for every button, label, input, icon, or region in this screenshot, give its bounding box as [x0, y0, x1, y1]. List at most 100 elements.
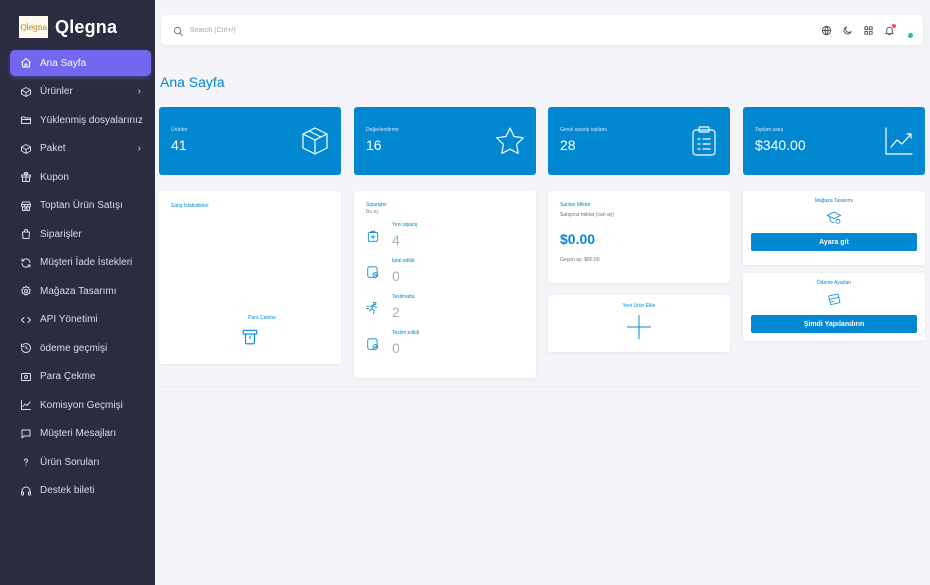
plus-icon[interactable] — [627, 315, 651, 339]
card-title: Siparişler — [366, 202, 387, 208]
notification-badge — [892, 23, 896, 28]
sidebar-item-10[interactable]: ödeme geçmişi — [10, 334, 151, 363]
refresh-icon — [19, 256, 32, 269]
brand-name: Qlegna — [55, 16, 118, 37]
stat-label: Genel sipariş toplamı — [560, 127, 607, 133]
card-title: Yeni Ürün Ekle — [622, 303, 656, 309]
order-row-cancelled[interactable]: İptal edildi 0 — [366, 258, 526, 288]
sidebar-item-1[interactable]: Ürünler › — [10, 78, 151, 107]
moon-icon[interactable] — [841, 25, 853, 37]
sidebar-item-0[interactable]: Ana Sayfa — [10, 50, 151, 76]
stat-card-orders-total[interactable]: Genel sipariş toplamı 28 — [548, 107, 730, 175]
sidebar-item-6[interactable]: Siparişler — [10, 220, 151, 249]
sidebar-item-label: ödeme geçmişi — [40, 342, 108, 354]
store-icon — [19, 199, 32, 212]
sidebar-menu: Ana Sayfa Ürünler › Yüklenmiş dosyalarınız P… — [10, 50, 151, 505]
search-icon[interactable] — [173, 24, 184, 36]
order-value: 2 — [392, 304, 400, 320]
withdraw-card[interactable]: Para Çekme — [159, 307, 341, 364]
sales-statistics-card: Satış İstatistikleri Para Çekme — [159, 191, 341, 364]
sold-amount-value: $0.00 — [560, 231, 596, 247]
message-icon — [19, 427, 32, 440]
home-icon — [19, 57, 32, 70]
order-label: İptal edildi — [392, 258, 415, 264]
orders-header: Siparişler Bu ay — [366, 202, 387, 215]
card-subtitle: Satışınız miktar (cari ay) — [560, 212, 614, 218]
user-status-indicator[interactable] — [908, 33, 913, 38]
cancelled-icon — [366, 265, 380, 279]
stat-card-reviews[interactable]: Değerlendirme 16 — [354, 107, 536, 175]
order-row-delivered[interactable]: Teslim edildi 0 — [366, 330, 526, 360]
orders-card: Siparişler Bu ay Yeni sipariş 4 İptal ed… — [354, 191, 536, 378]
question-icon — [19, 456, 32, 469]
order-value: 0 — [392, 268, 400, 284]
code-icon — [19, 313, 32, 326]
order-label: Teslimatta — [392, 294, 415, 300]
package-icon — [19, 142, 32, 155]
search-input[interactable] — [190, 22, 390, 38]
clipboard-icon — [688, 125, 720, 157]
sidebar-item-11[interactable]: Para Çekme — [10, 363, 151, 392]
settings-icon — [19, 285, 32, 298]
gift-icon — [19, 171, 32, 184]
go-to-settings-button[interactable]: Ayara git — [751, 233, 917, 251]
history-icon — [19, 342, 32, 355]
sidebar-item-2[interactable]: Yüklenmiş dosyalarınız — [10, 106, 151, 135]
sidebar-item-label: Paket — [40, 143, 66, 155]
order-label: Teslim edildi — [392, 330, 420, 336]
sidebar-item-12[interactable]: Komisyon Geçmişi — [10, 391, 151, 420]
sidebar-item-5[interactable]: Toptan Ürün Satışı — [10, 192, 151, 221]
chart-line-icon — [19, 399, 32, 412]
stat-card-products[interactable]: Ürünler 41 — [159, 107, 341, 175]
bell-icon[interactable] — [883, 23, 896, 37]
sidebar-item-15[interactable]: Destek bileti — [10, 477, 151, 506]
sidebar-item-label: Ürünler — [40, 86, 73, 98]
sidebar-item-label: Komisyon Geçmişi — [40, 399, 123, 411]
payment-settings-card: Ödeme Ayarları Şimdi Yapılandırın — [743, 273, 925, 341]
stat-label: Değerlendirme — [366, 127, 399, 133]
grid-icon[interactable] — [862, 25, 874, 37]
withdraw-icon[interactable] — [241, 328, 259, 346]
delivered-icon — [366, 337, 380, 351]
stat-card-total-sales[interactable]: Toplam satış $340.00 — [743, 107, 925, 175]
sidebar-item-7[interactable]: Müşteri İade İstekleri — [10, 249, 151, 278]
card-subtitle: Bu ay — [366, 209, 379, 215]
sidebar-item-label: Ürün Soruları — [40, 456, 100, 468]
configure-now-button[interactable]: Şimdi Yapılandırın — [751, 315, 917, 333]
chevron-right-icon[interactable]: › — [138, 86, 141, 97]
sidebar-item-4[interactable]: Kupon — [10, 163, 151, 192]
sidebar-item-9[interactable]: API Yönetimi — [10, 306, 151, 335]
trend-icon — [883, 125, 915, 157]
sold-amount-card: Satılan Miktar Satışınız miktar (cari ay… — [548, 191, 730, 283]
card-title: Para Çekme — [248, 315, 276, 321]
sidebar-item-label: Toptan Ürün Satışı — [40, 200, 123, 212]
sidebar-item-label: Müşteri İade İstekleri — [40, 257, 133, 269]
sidebar: Qlegna Qlegna Ana Sayfa Ürünler › Yüklenmiş… — [0, 0, 155, 585]
content-divider — [159, 386, 925, 387]
order-row-shipping[interactable]: Teslimatta 2 — [366, 294, 526, 324]
sidebar-item-3[interactable]: Paket › — [10, 135, 151, 164]
chevron-right-icon[interactable]: › — [138, 143, 141, 154]
star-icon — [494, 125, 526, 157]
globe-icon[interactable] — [820, 25, 832, 37]
sidebar-item-label: Ana Sayfa — [40, 57, 87, 69]
stat-value: 28 — [560, 137, 576, 153]
card-title: Satış İstatistikleri — [171, 203, 209, 209]
store-design-card: Mağaza Tasarımı Ayara git — [743, 191, 925, 265]
brand[interactable]: Qlegna Qlegna — [19, 16, 117, 38]
sidebar-item-13[interactable]: Müşteri Mesajları — [10, 420, 151, 449]
page-title: Ana Sayfa — [160, 74, 225, 90]
sidebar-item-14[interactable]: Ürün Soruları — [10, 448, 151, 477]
design-icon — [826, 210, 842, 226]
card-title: Mağaza Tasarımı — [814, 198, 854, 204]
stat-value: $340.00 — [755, 137, 806, 153]
cash-icon — [19, 370, 32, 383]
add-product-card[interactable]: Yeni Ürün Ekle — [548, 295, 730, 352]
shopping-bag-icon — [19, 228, 32, 241]
stat-label: Ürünler — [171, 127, 188, 133]
sidebar-item-8[interactable]: Mağaza Tasarımı — [10, 277, 151, 306]
sidebar-item-label: Mağaza Tasarımı — [40, 285, 117, 297]
sidebar-item-label: API Yönetimi — [40, 314, 98, 326]
card-title: Satılan Miktar — [560, 202, 591, 208]
order-row-new[interactable]: Yeni sipariş 4 — [366, 222, 526, 252]
